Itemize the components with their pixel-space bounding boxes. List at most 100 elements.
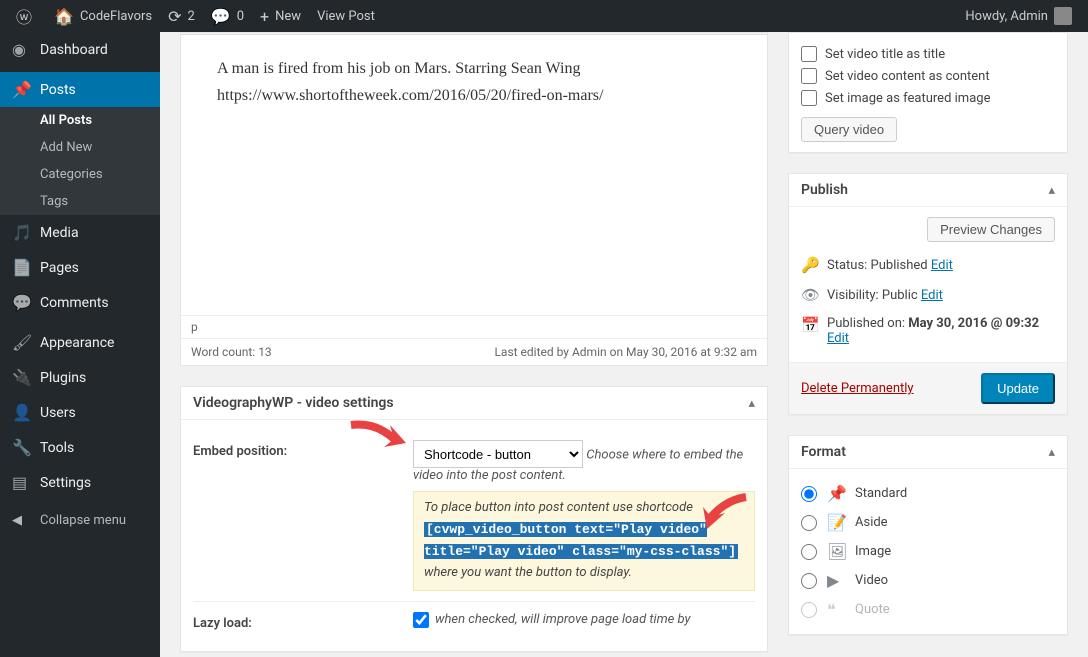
updates[interactable]: ⟳2 bbox=[160, 0, 203, 32]
format-standard[interactable]: 📌 Standard bbox=[801, 479, 1055, 508]
status-label: Status: bbox=[827, 258, 871, 273]
opt-title-checkbox[interactable] bbox=[801, 46, 817, 62]
menu-settings[interactable]: ▤ Settings bbox=[0, 465, 160, 500]
menu-comments-label: Comments bbox=[40, 295, 109, 311]
plus-icon: + bbox=[260, 7, 269, 26]
pin-icon: 📌 bbox=[827, 484, 845, 503]
menu-tools-label: Tools bbox=[40, 440, 74, 456]
view-post[interactable]: View Post bbox=[309, 0, 383, 32]
brush-icon: 🖌 bbox=[12, 333, 32, 352]
delete-link[interactable]: Delete Permanently bbox=[801, 381, 914, 396]
lazy-load-checkbox[interactable] bbox=[413, 612, 429, 628]
menu-plugins-label: Plugins bbox=[40, 370, 86, 386]
last-edited: Last edited by Admin on May 30, 2016 at … bbox=[494, 345, 757, 359]
format-aside[interactable]: 📝Aside bbox=[801, 508, 1055, 537]
opt-title-label: Set video title as title bbox=[825, 47, 945, 62]
opt-title-row[interactable]: Set video title as title bbox=[801, 43, 1055, 65]
submenu-add-new[interactable]: Add New bbox=[0, 134, 160, 161]
video-options-box: Set video title as title Set video conte… bbox=[788, 32, 1068, 153]
format-image[interactable]: 🖼Image bbox=[801, 537, 1055, 566]
dashboard-icon: ◉ bbox=[12, 40, 32, 59]
menu-pages[interactable]: 📄Pages bbox=[0, 250, 160, 285]
submenu-tags[interactable]: Tags bbox=[0, 188, 160, 215]
query-video-button[interactable]: Query video bbox=[801, 117, 897, 142]
menu-settings-label: Settings bbox=[40, 475, 91, 491]
howdy-label: Howdy, Admin bbox=[965, 9, 1048, 24]
format-standard-radio[interactable] bbox=[801, 486, 817, 502]
wordpress-icon: ⓦ bbox=[16, 4, 32, 28]
editor-content[interactable]: A man is fired from his job on Mars. Sta… bbox=[181, 35, 767, 315]
admin-bar: ⓦ 🏠 CodeFlavors ⟳2 💬0 +New View Post Howd… bbox=[0, 0, 1088, 32]
toggle-icon[interactable]: ▴ bbox=[1048, 445, 1055, 460]
format-aside-label: Aside bbox=[855, 515, 888, 530]
menu-comments[interactable]: 💬 Comments bbox=[0, 285, 160, 320]
site-name-label: CodeFlavors bbox=[80, 9, 152, 24]
preview-changes-button[interactable]: Preview Changes bbox=[927, 217, 1055, 242]
admin-menu: ◉Dashboard 📌Posts All Posts Add New Cate… bbox=[0, 32, 160, 657]
publish-box: Publish ▴ Preview Changes 🔑 Status: Publ… bbox=[788, 173, 1068, 415]
opt-image-row[interactable]: Set image as featured image bbox=[801, 87, 1055, 109]
update-button[interactable]: Update bbox=[981, 373, 1055, 404]
quote-icon: ❝ bbox=[827, 600, 845, 619]
toggle-icon[interactable]: ▴ bbox=[1048, 183, 1055, 198]
menu-posts[interactable]: 📌Posts bbox=[0, 72, 160, 107]
comments[interactable]: 💬0 bbox=[203, 0, 252, 32]
format-video-radio[interactable] bbox=[801, 573, 817, 589]
hint-pre: To place button into post content use sh… bbox=[424, 500, 693, 515]
video-settings-header[interactable]: VideographyWP - video settings ▴ bbox=[181, 387, 767, 420]
format-video[interactable]: ▶Video bbox=[801, 566, 1055, 595]
menu-users-label: Users bbox=[40, 405, 76, 421]
menu-plugins[interactable]: 🔌 Plugins bbox=[0, 360, 160, 395]
format-title: Format bbox=[801, 444, 1048, 460]
menu-appearance-label: Appearance bbox=[40, 335, 114, 351]
collapse-menu[interactable]: ◀Collapse menu bbox=[0, 505, 160, 536]
visibility-edit-link[interactable]: Edit bbox=[921, 288, 943, 303]
published-label: Published on: bbox=[827, 316, 908, 331]
lazy-load-label: Lazy load: bbox=[193, 612, 413, 631]
menu-users[interactable]: 👤Users bbox=[0, 395, 160, 430]
format-aside-radio[interactable] bbox=[801, 515, 817, 531]
format-quote[interactable]: ❝Quote bbox=[801, 595, 1055, 624]
comment-icon: 💬 bbox=[211, 7, 231, 26]
shortcode-code[interactable]: [cvwp_video_button text="Play video" tit… bbox=[424, 522, 738, 559]
menu-dashboard[interactable]: ◉Dashboard bbox=[0, 32, 160, 67]
shortcode-hint: To place button into post content use sh… bbox=[413, 491, 755, 591]
comment-icon: 💬 bbox=[12, 293, 32, 312]
menu-media[interactable]: 🎵Media bbox=[0, 215, 160, 250]
menu-appearance[interactable]: 🖌 Appearance bbox=[0, 325, 160, 360]
opt-content-row[interactable]: Set video content as content bbox=[801, 65, 1055, 87]
post-editor: A man is fired from his job on Mars. Sta… bbox=[180, 32, 768, 366]
view-post-label: View Post bbox=[317, 9, 375, 24]
plugin-icon: 🔌 bbox=[12, 368, 32, 387]
format-quote-radio[interactable] bbox=[801, 602, 817, 618]
embed-position-select[interactable]: Shortcode - button bbox=[413, 440, 583, 468]
opt-content-checkbox[interactable] bbox=[801, 68, 817, 84]
menu-tools[interactable]: 🔧Tools bbox=[0, 430, 160, 465]
submenu-categories[interactable]: Categories bbox=[0, 161, 160, 188]
submenu-all-posts[interactable]: All Posts bbox=[0, 107, 160, 134]
settings-icon: ▤ bbox=[12, 473, 32, 492]
visibility-value: Public bbox=[882, 288, 918, 303]
format-image-radio[interactable] bbox=[801, 544, 817, 560]
pin-icon: 📌 bbox=[12, 80, 32, 99]
format-header[interactable]: Format ▴ bbox=[789, 436, 1067, 469]
toggle-icon[interactable]: ▴ bbox=[748, 396, 755, 411]
opt-image-label: Set image as featured image bbox=[825, 91, 990, 106]
status-edit-link[interactable]: Edit bbox=[931, 258, 953, 273]
image-icon: 🖼 bbox=[827, 542, 845, 561]
menu-media-label: Media bbox=[40, 225, 79, 241]
content-area: A man is fired from his job on Mars. Sta… bbox=[160, 32, 1088, 657]
my-account[interactable]: Howdy, Admin bbox=[957, 0, 1080, 32]
opt-image-checkbox[interactable] bbox=[801, 90, 817, 106]
published-edit-link[interactable]: Edit bbox=[827, 331, 849, 346]
published-value: May 30, 2016 @ 09:32 bbox=[908, 316, 1039, 331]
publish-header[interactable]: Publish ▴ bbox=[789, 174, 1067, 207]
wp-logo[interactable]: ⓦ bbox=[8, 0, 46, 32]
new-content[interactable]: +New bbox=[252, 0, 309, 32]
main-column: A man is fired from his job on Mars. Sta… bbox=[180, 32, 768, 657]
site-name[interactable]: 🏠 CodeFlavors bbox=[46, 0, 160, 32]
updates-count: 2 bbox=[188, 9, 195, 24]
format-standard-label: Standard bbox=[855, 486, 907, 501]
wordcount-label: Word count: bbox=[191, 345, 258, 359]
home-icon: 🏠 bbox=[54, 7, 74, 26]
